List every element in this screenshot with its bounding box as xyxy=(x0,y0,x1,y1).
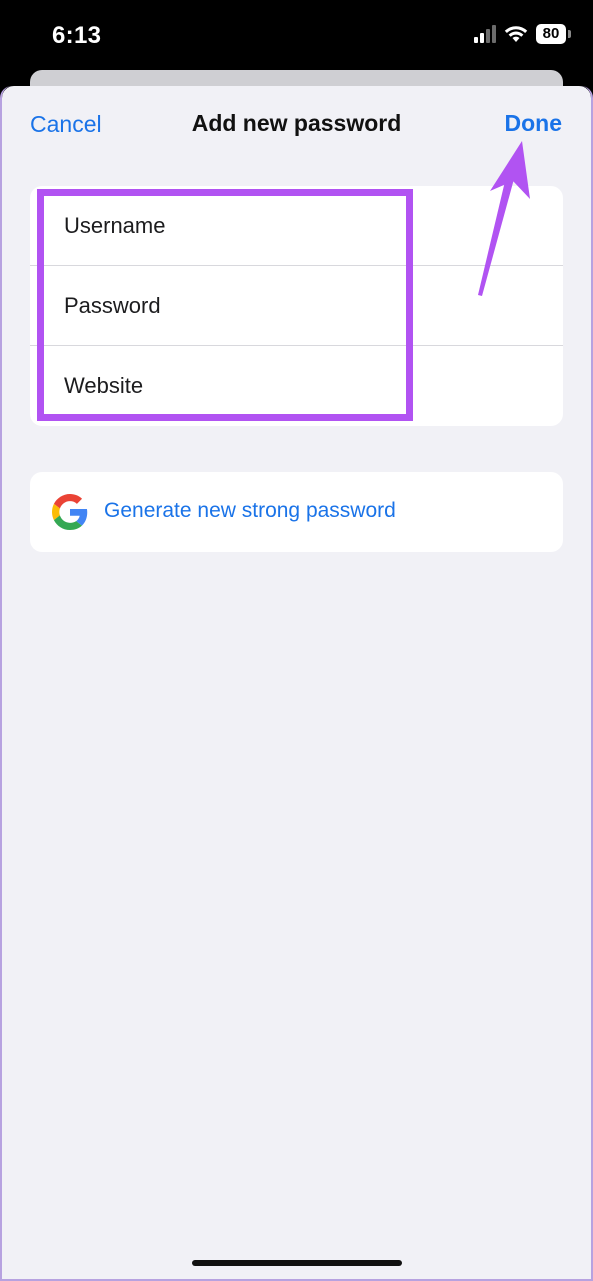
battery-icon: 80 xyxy=(536,24,571,44)
status-bar: 6:13 80 xyxy=(0,0,593,78)
add-password-sheet: Cancel Add new password Done Username We… xyxy=(2,86,591,1279)
wifi-icon xyxy=(504,26,528,42)
username-field[interactable] xyxy=(64,186,544,266)
navigation-bar: Cancel Add new password Done xyxy=(2,86,591,164)
status-time: 6:13 xyxy=(52,22,102,49)
website-field[interactable] xyxy=(64,346,544,426)
battery-percent: 80 xyxy=(536,24,566,44)
password-row xyxy=(30,266,563,346)
username-row xyxy=(30,186,563,266)
password-field[interactable] xyxy=(64,266,544,346)
generate-password-button[interactable]: Generate new strong password xyxy=(30,472,563,552)
screen: 6:13 80 Cancel Add new password Done Use… xyxy=(0,0,593,1281)
status-icons: 80 xyxy=(474,24,571,44)
done-button[interactable]: Done xyxy=(505,110,563,137)
page-title: Add new password xyxy=(191,110,402,136)
google-logo-icon xyxy=(52,494,88,530)
website-row xyxy=(30,346,563,426)
home-indicator xyxy=(192,1260,402,1266)
generate-password-label: Generate new strong password xyxy=(104,499,396,522)
credentials-form xyxy=(30,186,563,426)
cellular-signal-icon xyxy=(474,25,496,43)
